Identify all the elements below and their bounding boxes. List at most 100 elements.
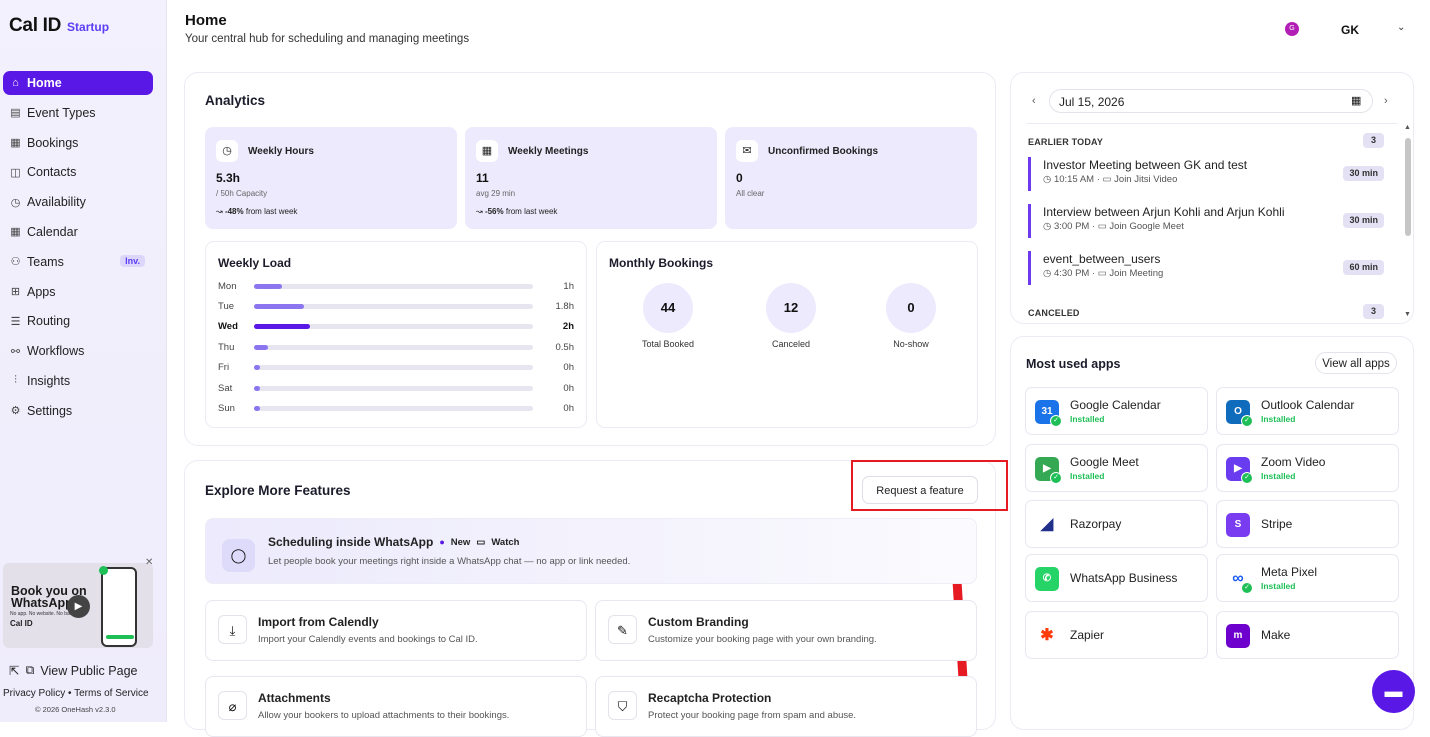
check-icon: ✓	[1050, 415, 1062, 427]
stat-title: Weekly Meetings	[508, 146, 589, 157]
load-row-thu: Thu 0.5h	[218, 341, 574, 353]
avatar[interactable]: G	[1285, 22, 1299, 36]
routing-icon: ☰	[10, 315, 21, 328]
shield-icon: ⛉	[608, 691, 637, 720]
sidebar-item-label: Insights	[27, 373, 71, 388]
user-name[interactable]: GK	[1341, 23, 1359, 37]
load-row-sat: Sat 0h	[218, 382, 574, 394]
feature-title: Import from Calendly	[258, 615, 379, 629]
stat-card-weekly-meetings: ▦ Weekly Meetings 11 avg 29 min ↝ -56% from …	[465, 127, 717, 229]
load-track	[254, 344, 533, 350]
event-meta: ◷ 10:15 AM · ▭ Join Jitsi Video	[1043, 174, 1177, 185]
sidebar-item-label: Teams	[27, 254, 64, 269]
zapier-icon: ✱	[1035, 624, 1059, 648]
load-fill	[254, 324, 310, 330]
inbox-icon: ✉	[736, 140, 758, 162]
watch-link[interactable]: Watch	[491, 537, 519, 548]
load-fill	[254, 283, 282, 289]
app-card-outlook-calendar[interactable]: O Outlook Calendar Installed ✓	[1216, 387, 1399, 435]
sidebar-item-contacts[interactable]: ◫ Contacts	[3, 160, 153, 184]
check-icon: ✓	[1241, 472, 1253, 484]
scroll-down-icon[interactable]: ▼	[1404, 311, 1411, 318]
sidebar-item-label: Event Types	[27, 105, 96, 120]
apps-title: Most used apps	[1026, 357, 1121, 371]
sidebar-item-settings[interactable]: ⚙ Settings	[3, 399, 153, 423]
explore-title: Explore More Features	[205, 483, 351, 498]
whatsapp-feature-card[interactable]: ◯ Scheduling inside WhatsApp ● New ▭ Wat…	[205, 518, 977, 584]
feature-card-attachments[interactable]: ⌀ Attachments Allow your bookers to upload…	[205, 676, 587, 737]
sidebar-item-home[interactable]: ⌂ Home	[3, 71, 153, 95]
event-title: event_between_users	[1043, 252, 1161, 266]
app-name: Zoom Video	[1261, 455, 1326, 469]
feature-card-custom-branding[interactable]: ✎ Custom Branding Customize your booking p…	[595, 600, 977, 661]
calendar-icon[interactable]: ▦	[1351, 94, 1361, 107]
event-item[interactable]: event_between_users ◷ 4:30 PM · ▭ Join Me…	[1028, 251, 1388, 285]
promo-video-card[interactable]: Book you on WhatsApp No app. No website.…	[3, 563, 153, 648]
app-card-meta-pixel[interactable]: ∞ Meta Pixel Installed ✓	[1216, 554, 1399, 602]
check-icon: ✓	[1241, 415, 1253, 427]
sidebar-item-workflows[interactable]: ⚯ Workflows	[3, 339, 153, 363]
app-card-google-meet[interactable]: ▶ Google Meet Installed ✓	[1025, 444, 1208, 492]
logo[interactable]: Cal ID Startup	[9, 15, 109, 37]
feature-card-import-from-calendly[interactable]: ⤓ Import from Calendly Import your Calendl…	[205, 600, 587, 661]
video-icon: ▭	[1097, 221, 1110, 232]
stat-value: 11	[476, 171, 489, 185]
event-join-link[interactable]: Join Jitsi Video	[1114, 174, 1177, 185]
feature-card-recaptcha-protection[interactable]: ⛉ Recaptcha Protection Protect your bookin…	[595, 676, 977, 737]
play-icon[interactable]: ▶	[67, 595, 90, 618]
sidebar-item-routing[interactable]: ☰ Routing	[3, 309, 153, 333]
analytics-card: Analytics Weekly Load Mon 1h Tue 1.8h Wed 2h T…	[184, 72, 996, 446]
sidebar-item-teams[interactable]: ⚇ Teams Inv.	[3, 250, 153, 274]
stat-card-weekly-hours: ◷ Weekly Hours 5.3h / 50h Capacity ↝ -48% fr…	[205, 127, 457, 229]
stat-subtext: / 50h Capacity	[216, 189, 268, 198]
monthly-stat-label: Canceled	[771, 339, 811, 349]
load-row-wed: Wed 2h	[218, 321, 574, 333]
sidebar-item-label: Home	[27, 76, 62, 90]
contacts-icon: ◫	[10, 166, 21, 179]
date-value: Jul 15, 2026	[1059, 95, 1125, 109]
app-card-stripe[interactable]: S Stripe	[1216, 500, 1399, 548]
event-item[interactable]: Investor Meeting between GK and test ◷ 10…	[1028, 157, 1388, 191]
load-day: Thu	[218, 341, 235, 353]
sidebar-item-apps[interactable]: ⊞ Apps	[3, 280, 153, 304]
sidebar-item-calendar[interactable]: ▦ Calendar	[3, 220, 153, 244]
view-public-page-link[interactable]: ⇱ ⧉ View Public Page	[9, 663, 137, 678]
app-name: WhatsApp Business	[1070, 571, 1178, 585]
close-icon[interactable]: ✕	[145, 557, 153, 568]
app-card-razorpay[interactable]: ◢ Razorpay	[1025, 500, 1208, 548]
load-row-mon: Mon 1h	[218, 280, 574, 292]
event-join-link[interactable]: Join Meeting	[1109, 268, 1163, 279]
sidebar-item-insights[interactable]: ⫶ Insights	[3, 369, 153, 393]
view-all-apps-button[interactable]: View all apps	[1315, 352, 1397, 374]
footer-links[interactable]: Privacy Policy • Terms of Service	[3, 688, 149, 699]
app-card-zoom-video[interactable]: ▶ Zoom Video Installed ✓	[1216, 444, 1399, 492]
app-card-make[interactable]: m Make	[1216, 611, 1399, 659]
stat-card-unconfirmed-bookings: ✉ Unconfirmed Bookings 0 All clear	[725, 127, 977, 229]
event-duration: 30 min	[1343, 213, 1384, 228]
event-join-link[interactable]: Join Google Meet	[1109, 221, 1183, 232]
chevron-down-icon[interactable]: ⌄	[1397, 22, 1405, 33]
calendar-icon: ▦	[10, 137, 21, 150]
trend-value: -56%	[484, 207, 504, 216]
sidebar-item-event-types[interactable]: ▤ Event Types	[3, 101, 153, 125]
load-value: 2h	[562, 321, 574, 333]
load-fill	[254, 385, 260, 391]
app-card-whatsapp-business[interactable]: ✆ WhatsApp Business	[1025, 554, 1208, 602]
download-icon: ⤓	[218, 615, 247, 644]
chevron-left-icon[interactable]: ‹	[1032, 95, 1036, 107]
app-card-zapier[interactable]: ✱ Zapier	[1025, 611, 1208, 659]
phone-illustration	[99, 566, 137, 647]
app-card-google-calendar[interactable]: 31 Google Calendar Installed ✓	[1025, 387, 1208, 435]
sidebar-item-bookings[interactable]: ▦ Bookings	[3, 131, 153, 155]
sidebar-item-availability[interactable]: ◷ Availability	[3, 190, 153, 214]
calendar-icon: ▦	[476, 140, 498, 162]
chevron-right-icon[interactable]: ›	[1384, 95, 1388, 107]
stat-subtext: All clear	[736, 189, 765, 198]
event-item[interactable]: Interview between Arjun Kohli and Arjun …	[1028, 204, 1388, 238]
chat-support-button[interactable]: ▬	[1372, 670, 1415, 713]
whatsapp-feature-title: Scheduling inside WhatsApp	[268, 535, 434, 549]
app-name: Razorpay	[1070, 517, 1122, 531]
monthly-stat-label: No-show	[893, 339, 929, 349]
schedule-scrollbar-thumb[interactable]	[1405, 138, 1411, 236]
scroll-up-icon[interactable]: ▲	[1404, 124, 1411, 131]
